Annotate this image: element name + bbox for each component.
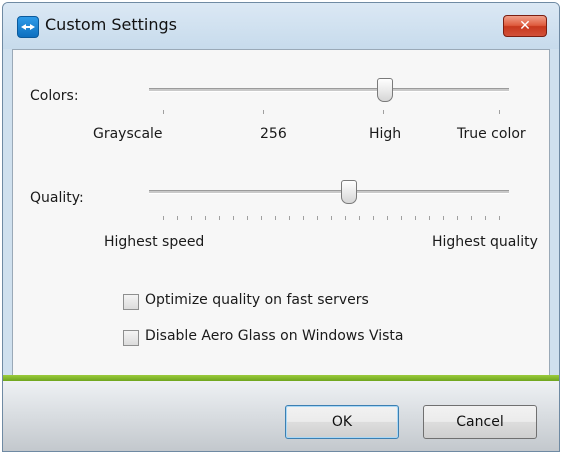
quality-min-label: Highest speed (104, 234, 205, 250)
quality-tick (261, 216, 262, 220)
button-bar: OK Cancel (3, 381, 559, 451)
teamviewer-icon (17, 16, 39, 38)
quality-tick (345, 216, 346, 220)
quality-tick (499, 216, 500, 220)
quality-tick (317, 216, 318, 220)
disable-aero-label: Disable Aero Glass on Windows Vista (145, 328, 404, 344)
quality-tick (471, 216, 472, 220)
ok-button[interactable]: OK (285, 405, 399, 439)
colors-option-256: 256 (260, 126, 287, 142)
quality-label: Quality: (30, 190, 84, 206)
colors-tick (383, 110, 384, 114)
quality-slider-track[interactable] (149, 190, 509, 194)
quality-tick (485, 216, 486, 220)
window-title: Custom Settings (45, 15, 178, 34)
quality-slider-thumb[interactable] (340, 180, 357, 204)
quality-tick (401, 216, 402, 220)
quality-tick (233, 216, 234, 220)
dialog-content: Colors: Grayscale 256 High True color Qu… (12, 49, 550, 377)
custom-settings-dialog: Custom Settings ✕ Colors: Grayscale 256 … (2, 2, 560, 452)
quality-max-label: Highest quality (432, 234, 538, 250)
close-icon: ✕ (519, 18, 531, 34)
colors-option-grayscale: Grayscale (93, 126, 163, 142)
quality-tick (415, 216, 416, 220)
quality-tick (177, 216, 178, 220)
quality-tick (457, 216, 458, 220)
colors-slider-thumb[interactable] (377, 78, 393, 102)
colors-tick (263, 110, 264, 114)
close-button[interactable]: ✕ (503, 15, 547, 37)
quality-tick (275, 216, 276, 220)
quality-tick (429, 216, 430, 220)
quality-tick (219, 216, 220, 220)
quality-tick (163, 216, 164, 220)
colors-tick (499, 110, 500, 114)
quality-tick (191, 216, 192, 220)
quality-tick (289, 216, 290, 220)
optimize-quality-checkbox[interactable] (123, 294, 139, 310)
colors-slider-track[interactable] (149, 88, 509, 92)
cancel-button[interactable]: Cancel (423, 405, 537, 439)
optimize-quality-label: Optimize quality on fast servers (145, 292, 369, 308)
title-bar[interactable]: Custom Settings ✕ (3, 3, 559, 49)
quality-tick (387, 216, 388, 220)
disable-aero-checkbox[interactable] (123, 330, 139, 346)
quality-tick (247, 216, 248, 220)
colors-tick (163, 110, 164, 114)
quality-tick (331, 216, 332, 220)
quality-tick (443, 216, 444, 220)
colors-option-high: High (369, 126, 402, 142)
quality-tick (205, 216, 206, 220)
quality-tick (373, 216, 374, 220)
colors-label: Colors: (30, 88, 79, 104)
quality-tick (303, 216, 304, 220)
quality-tick (359, 216, 360, 220)
colors-option-true-color: True color (457, 126, 526, 142)
